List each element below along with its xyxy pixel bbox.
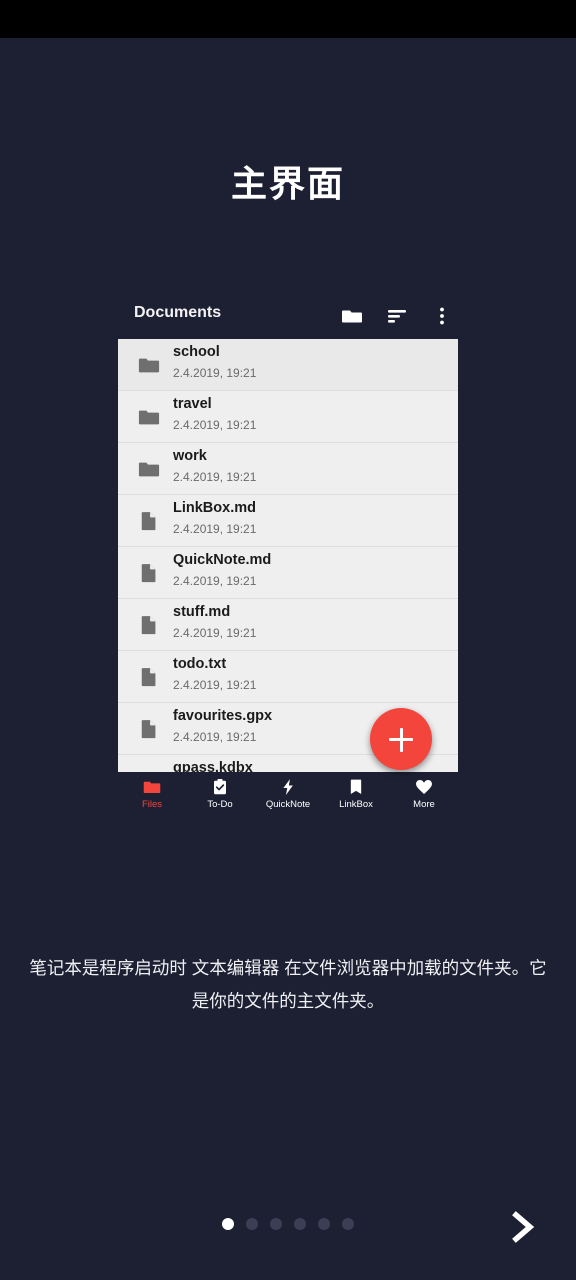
- file-icon: [138, 614, 160, 636]
- file-icon: [138, 562, 160, 584]
- nav-item-label: More: [413, 799, 435, 810]
- nav-item-more[interactable]: More: [390, 772, 458, 823]
- file-date: 2.4.2019, 19:21: [173, 626, 257, 640]
- sort-icon[interactable]: [385, 304, 409, 328]
- file-row[interactable]: school 2.4.2019, 19:21: [118, 339, 458, 391]
- file-name: todo.txt: [173, 656, 227, 672]
- file-date: 2.4.2019, 19:21: [173, 574, 257, 588]
- file-row[interactable]: todo.txt 2.4.2019, 19:21: [118, 651, 458, 703]
- file-row[interactable]: work 2.4.2019, 19:21: [118, 443, 458, 495]
- file-row[interactable]: travel 2.4.2019, 19:21: [118, 391, 458, 443]
- file-date: 2.4.2019, 19:21: [173, 366, 257, 380]
- file-name: stuff.md: [173, 604, 231, 620]
- add-fab-button[interactable]: [370, 708, 432, 770]
- app-preview: Documents school 2.4.2019, 19:21 travel …: [118, 294, 458, 823]
- preview-toolbar-title: Documents: [134, 304, 222, 321]
- file-list[interactable]: school 2.4.2019, 19:21 travel 2.4.2019, 19:…: [118, 339, 458, 772]
- nav-item-files[interactable]: Files: [118, 772, 186, 823]
- folder-icon: [138, 354, 160, 376]
- file-row[interactable]: stuff.md 2.4.2019, 19:21: [118, 599, 458, 651]
- file-row[interactable]: QuickNote.md 2.4.2019, 19:21: [118, 547, 458, 599]
- file-name: favourites.gpx: [173, 708, 273, 724]
- nav-item-label: LinkBox: [339, 799, 373, 810]
- preview-toolbar: Documents: [118, 294, 458, 339]
- file-name: travel: [173, 396, 212, 412]
- page-title: 主界面: [230, 163, 345, 204]
- bolt-icon: [279, 778, 297, 796]
- file-name: school: [173, 344, 220, 360]
- file-icon: [138, 666, 160, 688]
- pager-dot-2[interactable]: [246, 1218, 258, 1230]
- file-date: 2.4.2019, 19:21: [173, 522, 257, 536]
- folder-icon: [143, 778, 161, 796]
- folder-icon: [138, 458, 160, 480]
- pager-dots[interactable]: [0, 1218, 576, 1234]
- pager-dot-3[interactable]: [270, 1218, 282, 1230]
- nav-item-to-do[interactable]: To-Do: [186, 772, 254, 823]
- file-date: 2.4.2019, 19:21: [173, 470, 257, 484]
- checklist-icon: [211, 778, 229, 796]
- preview-bottom-nav: Files To-Do QuickNote LinkBox More: [118, 772, 458, 823]
- plus-icon-vertical: [399, 727, 403, 752]
- folder-icon[interactable]: [340, 304, 364, 328]
- file-name: qpass.kdbx: [173, 760, 253, 772]
- nav-item-label: Files: [141, 799, 163, 810]
- file-name: QuickNote.md: [173, 552, 272, 568]
- file-name: LinkBox.md: [173, 500, 256, 516]
- pager-dot-4[interactable]: [294, 1218, 306, 1230]
- folder-icon: [138, 406, 160, 428]
- description-text: 笔记本是程序启动时 文本编辑器 在文件浏览器中加载的文件夹。它是你的文件的主文件…: [29, 958, 547, 1011]
- file-icon: [138, 510, 160, 532]
- file-name: work: [173, 448, 207, 464]
- onboarding-screen: 主界面 Documents school 2.4.2019, 19:21 tra…: [0, 0, 576, 1280]
- heart-icon: [415, 778, 433, 796]
- nav-item-quicknote[interactable]: QuickNote: [254, 772, 322, 823]
- pager-dot-5[interactable]: [318, 1218, 330, 1230]
- bookmark-icon: [347, 778, 365, 796]
- overflow-menu-icon[interactable]: [430, 304, 454, 328]
- pager-dot-1[interactable]: [222, 1218, 234, 1230]
- file-row[interactable]: LinkBox.md 2.4.2019, 19:21: [118, 495, 458, 547]
- file-date: 2.4.2019, 19:21: [173, 678, 257, 692]
- file-icon: [138, 718, 160, 740]
- file-date: 2.4.2019, 19:21: [173, 418, 257, 432]
- file-date: 2.4.2019, 19:21: [173, 730, 257, 744]
- nav-item-linkbox[interactable]: LinkBox: [322, 772, 390, 823]
- next-button[interactable]: [492, 1198, 556, 1256]
- pager-dot-6[interactable]: [342, 1218, 354, 1230]
- nav-item-label: To-Do: [207, 799, 233, 810]
- status-bar: [0, 0, 576, 38]
- nav-item-label: QuickNote: [265, 799, 311, 810]
